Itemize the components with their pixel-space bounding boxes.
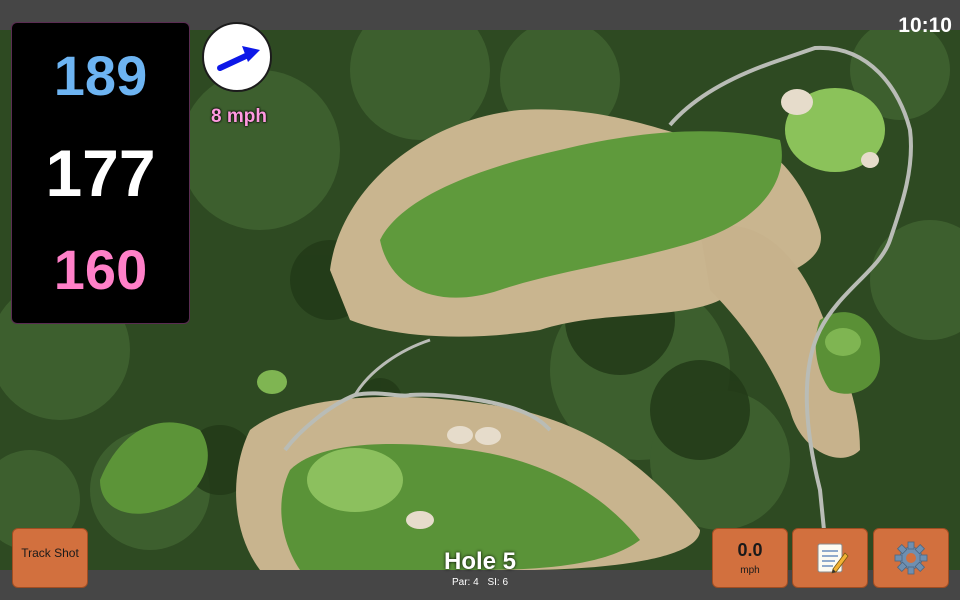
track-shot-label: Track Shot [21, 546, 79, 560]
wind-speed: 8 mph [211, 106, 267, 127]
front-yardage: 160 [53, 238, 148, 301]
green-small-left [257, 370, 287, 394]
hole-title: Hole 5 [443, 548, 517, 575]
speed-unit: mph [740, 565, 760, 576]
golf-gps-app: 10:10 189 177 160 8 mph Track Shot Hole … [0, 0, 960, 600]
notes-button[interactable] [792, 528, 868, 588]
hole-par: Par: 4 [451, 577, 479, 588]
hole-stroke-index: SI: 6 [487, 577, 509, 588]
track-shot-button[interactable]: Track Shot [12, 528, 88, 588]
green-small-right [825, 328, 861, 356]
speed-value: 0.0 [737, 540, 763, 560]
middle-yardage: 177 [45, 136, 156, 210]
wind-direction-dial [202, 22, 272, 92]
gear-icon [894, 541, 928, 575]
yardage-panel: 189 177 160 [11, 22, 190, 324]
speed-button[interactable]: 0.0 mph [712, 528, 788, 588]
clock: 10:10 [898, 14, 952, 37]
settings-button[interactable] [873, 528, 949, 588]
notepad-icon [817, 543, 849, 574]
back-yardage: 189 [53, 44, 148, 107]
green-lower [307, 448, 403, 512]
hole-info: Par: 4 SI: 6 [380, 577, 580, 588]
wind-arrow-icon [217, 46, 260, 71]
